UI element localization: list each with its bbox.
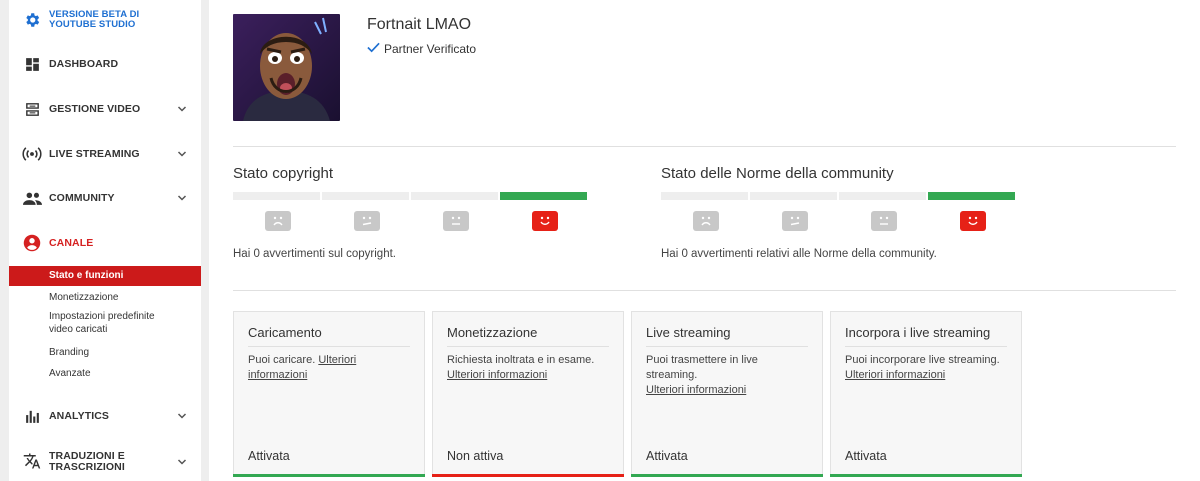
sidebar-item-dashboard[interactable]: DASHBOARD	[9, 54, 201, 74]
sidebar-item-live-streaming[interactable]: LIVE STREAMING	[9, 144, 201, 164]
video-manager-icon	[22, 99, 42, 119]
card-description: Puoi trasmettere in live streaming. Ulter…	[646, 354, 758, 396]
sad-face-icon	[264, 211, 291, 231]
card-status-bar	[830, 474, 1022, 477]
learn-more-link[interactable]: Ulteriori informazioni	[447, 369, 547, 381]
partner-label: Partner Verificato	[384, 42, 477, 56]
copyright-status-text: Hai 0 avvertimenti sul copyright.	[233, 248, 396, 260]
meter-segment	[750, 192, 837, 200]
sidebar-item-label: DASHBOARD	[49, 58, 119, 70]
sidebar-subitem-avanzate[interactable]: Avanzate	[9, 367, 201, 380]
sidebar-beta-link[interactable]: VERSIONE BETA DI YOUTUBE STUDIO	[9, 9, 201, 31]
sidebar-item-label-2: TRASCRIZIONI	[49, 461, 125, 473]
card-status-bar	[233, 474, 425, 477]
live-icon	[22, 144, 42, 164]
happy-face-icon	[531, 211, 558, 231]
sidebar: VERSIONE BETA DI YOUTUBE STUDIO DASHBOAR…	[9, 0, 201, 481]
community-status-text: Hai 0 avvertimenti relativi alle Norme d…	[661, 248, 937, 260]
meter-segment	[233, 192, 320, 200]
sidebar-item-label: CANALE	[49, 237, 94, 249]
card-description: Puoi caricare. Ulteriori informazioni	[248, 354, 357, 381]
card-title: Monetizzazione	[447, 325, 538, 340]
sidebar-subitem-monetizzazione[interactable]: Monetizzazione	[9, 291, 201, 304]
sidebar-subitem-label-1: Impostazioni predefinite	[49, 311, 155, 322]
feature-card-embed-live: Incorpora i live streaming Puoi incorpor…	[830, 311, 1022, 477]
card-status: Non attiva	[447, 449, 504, 463]
community-faces	[661, 211, 1017, 231]
sidebar-subitem-impostazioni[interactable]: Impostazioni predefinite video caricati	[9, 310, 201, 336]
sidebar-subitem-label-2: video caricati	[49, 324, 108, 335]
translate-icon	[22, 451, 42, 471]
card-status-bar	[631, 474, 823, 477]
card-divider	[845, 346, 1007, 347]
chevron-down-icon[interactable]	[175, 191, 189, 205]
sidebar-item-canale[interactable]: CANALE	[9, 233, 201, 253]
sidebar-item-label: ANALYTICS	[49, 410, 110, 422]
meter-segment	[322, 192, 409, 200]
chevron-down-icon[interactable]	[175, 455, 189, 469]
learn-more-link[interactable]: Ulteriori informazioni	[646, 384, 746, 396]
sidebar-item-label: COMMUNITY	[49, 192, 115, 204]
feature-card-monetization: Monetizzazione Richiesta inoltrata e in …	[432, 311, 624, 477]
sidebar-item-translations[interactable]: TRADUZIONI E TRASCRIZIONI	[9, 450, 201, 473]
sidebar-beta-label-2: YOUTUBE STUDIO	[49, 19, 136, 30]
meter-segment-active	[500, 192, 587, 200]
card-status-bar	[432, 474, 624, 477]
neutral-face-icon	[442, 211, 469, 231]
divider	[233, 146, 1176, 147]
card-title: Live streaming	[646, 325, 731, 340]
unsure-face-icon	[353, 211, 380, 231]
sidebar-subitem-branding[interactable]: Branding	[9, 346, 201, 359]
sidebar-item-video-manager[interactable]: GESTIONE VIDEO	[9, 99, 201, 119]
card-title: Incorpora i live streaming	[845, 325, 991, 340]
partner-status: Partner Verificato	[367, 42, 476, 56]
chevron-down-icon[interactable]	[175, 147, 189, 161]
card-divider	[248, 346, 410, 347]
sidebar-item-community[interactable]: COMMUNITY	[9, 188, 201, 208]
sidebar-item-label: LIVE STREAMING	[49, 148, 140, 160]
neutral-face-icon	[870, 211, 897, 231]
sidebar-subitem-stato-e-funzioni[interactable]: Stato e funzioni	[9, 266, 201, 286]
community-status-title: Stato delle Norme della community	[661, 165, 894, 182]
main-content: Fortnait LMAO Partner Verificato Stato c…	[209, 0, 1200, 481]
community-meter	[661, 192, 1015, 200]
copyright-status-title: Stato copyright	[233, 165, 334, 182]
card-status: Attivata	[845, 449, 887, 463]
divider	[233, 290, 1176, 291]
sidebar-item-analytics[interactable]: ANALYTICS	[9, 406, 201, 426]
card-status: Attivata	[248, 449, 290, 463]
check-icon	[367, 42, 380, 56]
channel-avatar[interactable]	[233, 14, 340, 121]
meter-segment	[661, 192, 748, 200]
feature-card-upload: Caricamento Puoi caricare. Ulteriori inf…	[233, 311, 425, 477]
meter-segment	[411, 192, 498, 200]
card-divider	[447, 346, 609, 347]
dashboard-icon	[22, 54, 42, 74]
card-divider	[646, 346, 808, 347]
card-description: Puoi incorporare live streaming. Ulterior…	[845, 354, 1000, 381]
feature-card-live-streaming: Live streaming Puoi trasmettere in live …	[631, 311, 823, 477]
meter-segment-active	[928, 192, 1015, 200]
meter-segment	[839, 192, 926, 200]
sad-face-icon	[692, 211, 719, 231]
channel-name: Fortnait LMAO	[367, 16, 472, 33]
unsure-face-icon	[781, 211, 808, 231]
chevron-down-icon[interactable]	[175, 102, 189, 116]
copyright-faces	[233, 211, 589, 231]
learn-more-link[interactable]: Ulteriori informazioni	[845, 369, 945, 381]
gear-icon	[22, 10, 42, 30]
bar-chart-icon	[22, 406, 42, 426]
chevron-down-icon[interactable]	[175, 409, 189, 423]
card-title: Caricamento	[248, 325, 322, 340]
account-circle-icon	[22, 233, 42, 253]
sidebar-item-label: GESTIONE VIDEO	[49, 103, 141, 115]
people-icon	[22, 188, 42, 208]
happy-face-icon	[959, 211, 986, 231]
copyright-meter	[233, 192, 587, 200]
card-status: Attivata	[646, 449, 688, 463]
card-description: Richiesta inoltrata e in esame. Ulteriori…	[447, 354, 595, 381]
